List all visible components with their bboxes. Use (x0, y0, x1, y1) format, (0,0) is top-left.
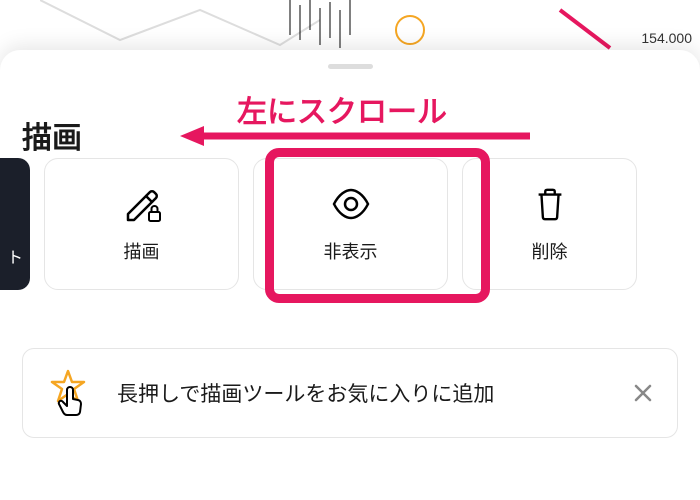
annotation-scroll-left-text: 左にスクロール (237, 87, 447, 131)
candlestick-art (280, 0, 700, 50)
close-icon (631, 381, 655, 405)
hint-text: 長押しで描画ツールをお気に入りに追加 (117, 378, 605, 408)
sheet-drag-handle[interactable] (328, 64, 373, 69)
price-label: 154.000 (641, 30, 692, 46)
drawing-toolbar[interactable]: ト 描画 非表示 削除 (0, 158, 700, 290)
pencil-lock-icon (122, 184, 162, 224)
tool-draw[interactable]: 描画 (44, 158, 239, 290)
hint-close-button[interactable] (629, 379, 657, 407)
trash-icon (530, 184, 570, 224)
annotation-arrow-left (180, 126, 530, 146)
eye-icon (331, 184, 371, 224)
tool-hide-label: 非表示 (324, 238, 378, 264)
tool-hide[interactable]: 非表示 (253, 158, 448, 290)
toolbar-partial-label: ト (7, 244, 23, 268)
chart-line-art (40, 0, 320, 50)
tool-draw-label: 描画 (124, 238, 160, 264)
tool-delete[interactable]: 削除 (462, 158, 637, 290)
hint-card: 長押しで描画ツールをお気に入りに追加 (22, 348, 678, 438)
toolbar-partial-item[interactable]: ト (0, 158, 30, 290)
tool-delete-label: 削除 (532, 238, 568, 264)
favorite-tap-icon (43, 368, 93, 418)
